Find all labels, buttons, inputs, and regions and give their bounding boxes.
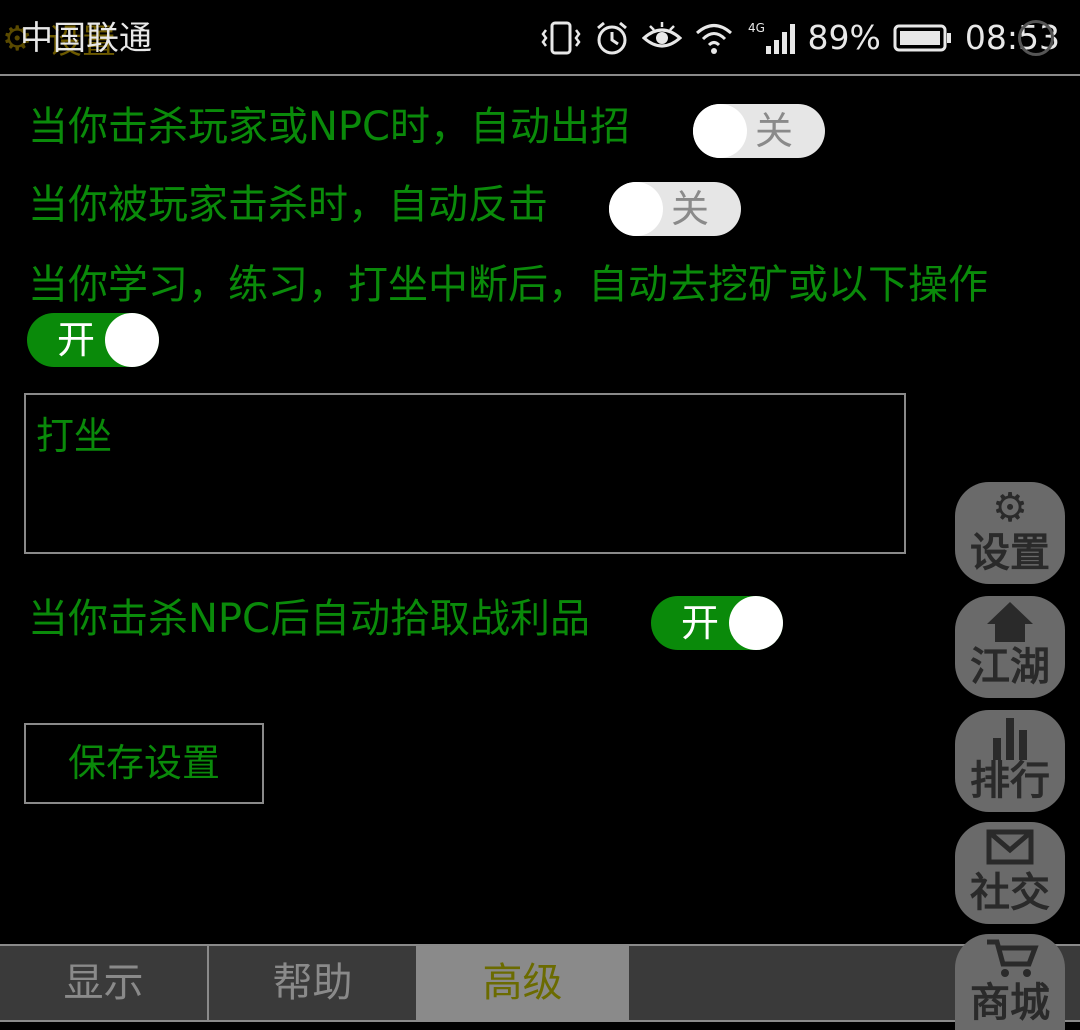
close-icon <box>1018 20 1054 56</box>
side-shop-label: 商城 <box>970 980 1050 1026</box>
side-settings-button[interactable]: ⚙ 设置 <box>955 482 1065 584</box>
gear-icon: ⚙ <box>992 485 1028 531</box>
auto-loot-toggle[interactable]: 开 <box>651 596 783 650</box>
toggle-knob <box>609 182 663 236</box>
signal-4g-icon: 4G <box>748 21 795 54</box>
tab-display[interactable]: 显示 <box>0 946 209 1020</box>
eye-icon <box>641 22 682 48</box>
auto-loot-label: 当你击杀NPC后自动拾取战利品 <box>28 596 590 642</box>
side-settings-label: 设置 <box>970 530 1050 576</box>
side-social-label: 社交 <box>970 870 1050 916</box>
side-social-button[interactable]: 社交 <box>955 822 1065 924</box>
alarm-icon <box>596 21 627 55</box>
home-icon <box>987 602 1033 642</box>
mail-icon <box>986 829 1034 865</box>
bar-chart-icon <box>993 718 1027 760</box>
auto-attack-on-kill-toggle[interactable]: 关 <box>693 104 825 158</box>
toggle-state-text: 开 <box>681 601 720 645</box>
auto-action-input[interactable]: 打坐 <box>24 393 906 554</box>
carrier-name: 中国联通 <box>20 18 152 57</box>
side-jianghu-button[interactable]: 江湖 <box>955 596 1065 698</box>
status-bar: ⚙ 设置 中国联通 4G 89% 08:53 <box>0 0 1080 76</box>
vibrate-icon <box>540 21 581 55</box>
toggle-state-text: 关 <box>754 109 793 153</box>
tab-advanced[interactable]: 高级 <box>418 946 629 1020</box>
status-icons: 4G 89% 08:53 <box>540 16 1060 60</box>
battery-icon <box>893 24 951 52</box>
side-ranking-label: 排行 <box>970 758 1050 804</box>
auto-counter-label: 当你被玩家击杀时，自动反击 <box>28 182 548 228</box>
auto-attack-on-kill-label: 当你击杀玩家或NPC时，自动出招 <box>28 104 630 150</box>
side-shop-button[interactable]: 商城 <box>955 934 1065 1030</box>
side-jianghu-label: 江湖 <box>970 644 1050 690</box>
bottom-tab-bar: 显示 帮助 高级 <box>0 944 1080 1022</box>
auto-mine-after-interrupt-toggle[interactable]: 开 <box>27 313 159 367</box>
toggle-state-text: 关 <box>670 187 709 231</box>
toggle-state-text: 开 <box>57 318 96 362</box>
auto-counter-toggle[interactable]: 关 <box>609 182 741 236</box>
toggle-knob <box>729 596 783 650</box>
toggle-knob <box>105 313 159 367</box>
bottom-strip <box>0 1022 1080 1030</box>
tab-help[interactable]: 帮助 <box>209 946 418 1020</box>
cart-icon <box>987 939 1039 977</box>
battery-percent: 89% <box>807 18 881 57</box>
toggle-knob <box>693 104 747 158</box>
auto-mine-after-interrupt-label: 当你学习，练习，打坐中断后，自动去挖矿或以下操作 <box>28 262 988 308</box>
wifi-icon <box>695 24 732 54</box>
save-settings-button[interactable]: 保存设置 <box>24 723 264 804</box>
side-ranking-button[interactable]: 排行 <box>955 710 1065 812</box>
svg-text:4G: 4G <box>748 21 765 35</box>
